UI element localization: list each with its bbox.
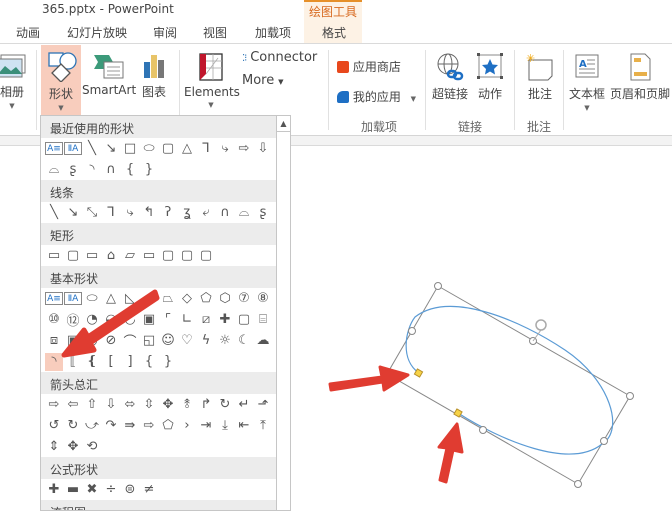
- pentagon-arrow-shape[interactable]: ⬠: [159, 417, 177, 435]
- plaque-shape[interactable]: ▢: [235, 311, 253, 329]
- arc-shape[interactable]: [405, 305, 614, 455]
- my-apps-button[interactable]: 我的应用 ▼: [337, 88, 427, 105]
- shape-row: ⇕ ✥ ⟲: [41, 436, 276, 457]
- svg-text:✳: ✳: [526, 52, 535, 65]
- right-arrow-shape[interactable]: ⇨: [45, 396, 63, 414]
- minus-shape[interactable]: ▬: [64, 481, 82, 499]
- store-button[interactable]: 应用商店: [337, 58, 417, 75]
- action-button[interactable]: 动作: [474, 52, 506, 102]
- shape-row: ✚ ▬ ✖ ÷ ⊜ ≠: [41, 479, 276, 500]
- curved-down-arrow-shape[interactable]: ↷: [102, 417, 120, 435]
- u-turn-arrow-shape[interactable]: ↻: [216, 396, 234, 414]
- tab-addins[interactable]: 加载项: [255, 24, 291, 41]
- up-down-arrow-shape[interactable]: ⇳: [140, 396, 158, 414]
- chevron-down-icon: ▼: [584, 104, 590, 112]
- chevron-down-icon: ▼: [278, 78, 284, 86]
- comment-icon: ✳: [526, 52, 553, 81]
- heptagon-shape[interactable]: ⑦: [235, 290, 253, 308]
- hyperlink-button[interactable]: 超链接: [430, 52, 470, 102]
- right-arrow-shape[interactable]: ⇨: [235, 140, 253, 158]
- curved-left-arrow-shape[interactable]: ↻: [64, 417, 82, 435]
- hexagon-shape[interactable]: ⬡: [216, 290, 234, 308]
- circular-arrow-shape[interactable]: ⟲: [83, 438, 101, 456]
- not-equal-shape[interactable]: ≠: [140, 481, 158, 499]
- gallery-annotation-arrow: [61, 289, 160, 358]
- tab-format[interactable]: 格式: [322, 24, 346, 41]
- octagon-shape[interactable]: ⑧: [254, 290, 272, 308]
- shape-row: ↺ ↻ ⤻ ↷ ⇛ ⇨ ⬠ › ⇥ ⤓ ⇤ ⤒: [41, 415, 276, 436]
- up-down-arrow-callout-shape[interactable]: ⇕: [45, 438, 63, 456]
- textbox-icon: A: [575, 54, 599, 78]
- can-shape[interactable]: ⌸: [254, 311, 272, 329]
- plus-shape[interactable]: ✚: [45, 481, 63, 499]
- left-arrow-callout-shape[interactable]: ⇤: [235, 417, 253, 435]
- group-label-comments: 批注: [527, 120, 552, 134]
- slide-canvas[interactable]: [292, 147, 672, 511]
- shape-row: ⇨ ⇦ ⇧ ⇩ ⬄ ⇳ ✥ ⥉ ↱ ↻ ↵ ⬏: [41, 394, 276, 415]
- quad-arrow-shape[interactable]: ✥: [159, 396, 177, 414]
- chevron-down-icon: ▼: [410, 95, 417, 103]
- category-flowchart: 流程图: [41, 500, 276, 510]
- annotation-arrow-right: [328, 365, 410, 392]
- chevron-shape[interactable]: ›: [178, 417, 196, 435]
- curved-right-arrow-shape[interactable]: ↺: [45, 417, 63, 435]
- striped-right-arrow-shape[interactable]: ⇛: [121, 417, 139, 435]
- left-arrow-shape[interactable]: ⇦: [64, 396, 82, 414]
- curve-shape[interactable]: ∩: [216, 204, 234, 222]
- category-equation-shapes: 公式形状: [41, 457, 276, 479]
- more-button[interactable]: More ▼: [242, 73, 302, 88]
- group-label-links: 链接: [458, 120, 483, 134]
- sun-shape[interactable]: ☼: [216, 332, 234, 350]
- scroll-up-icon[interactable]: ▲: [277, 116, 290, 132]
- notched-right-arrow-shape[interactable]: ⇨: [140, 417, 158, 435]
- moon-shape[interactable]: ☾: [235, 332, 253, 350]
- quad-arrow-callout-shape[interactable]: ✥: [64, 438, 82, 456]
- bent-arrow-shape[interactable]: ↱: [197, 396, 215, 414]
- elements-icon: [199, 53, 223, 81]
- connector-icon: ⁚⁝: [242, 53, 247, 64]
- elbow-arrow-connector-shape[interactable]: ⤷: [216, 140, 234, 158]
- curved-up-arrow-shape[interactable]: ⤻: [83, 417, 101, 435]
- equal-shape[interactable]: ⊜: [121, 481, 139, 499]
- selection-bounding-box: [386, 285, 631, 485]
- comment-button[interactable]: ✳ 批注: [522, 52, 558, 102]
- textbox-button[interactable]: A 文本框 ▼: [566, 52, 608, 112]
- down-arrow-callout-shape[interactable]: ⤓: [216, 417, 234, 435]
- up-arrow-shape[interactable]: ⇧: [83, 396, 101, 414]
- annotation-arrow-diagonal: [61, 289, 160, 358]
- adjust-handle-end[interactable]: [453, 408, 463, 418]
- my-apps-icon: [337, 91, 349, 103]
- header-footer-icon: [630, 53, 651, 81]
- right-arrow-callout-shape[interactable]: ⇥: [197, 417, 215, 435]
- down-arrow-shape[interactable]: ⇩: [102, 396, 120, 414]
- scribble-shape[interactable]: ʂ: [254, 204, 272, 222]
- divide-shape[interactable]: ÷: [102, 481, 120, 499]
- header-footer-button[interactable]: 页眉和页脚: [609, 52, 671, 102]
- cross-shape[interactable]: ✚: [216, 311, 234, 329]
- connector-button[interactable]: ⁚⁝ Connector: [242, 50, 322, 65]
- left-right-arrow-shape[interactable]: ⬄: [121, 396, 139, 414]
- slide-drawing: [328, 282, 634, 488]
- freeform-shape[interactable]: ⌓: [235, 204, 253, 222]
- svg-text:A: A: [579, 59, 587, 70]
- store-icon: [337, 61, 349, 73]
- down-arrow-shape[interactable]: ⇩: [254, 140, 272, 158]
- gallery-scrollbar[interactable]: ▲: [277, 115, 291, 511]
- context-group-title: 绘图工具: [308, 5, 357, 19]
- action-icon: [477, 53, 503, 79]
- tab-view[interactable]: 视图: [203, 24, 227, 41]
- up-arrow-callout-shape[interactable]: ⤒: [254, 417, 272, 435]
- hyperlink-icon: [437, 53, 464, 81]
- annotation-arrow-up: [437, 422, 464, 484]
- cloud-shape[interactable]: ☁: [254, 332, 272, 350]
- multiply-shape[interactable]: ✖: [83, 481, 101, 499]
- left-right-up-arrow-shape[interactable]: ⥉: [178, 396, 196, 414]
- rotate-handle[interactable]: [532, 319, 547, 342]
- bent-up-arrow-shape[interactable]: ⬏: [254, 396, 272, 414]
- group-label-addins: 加载项: [361, 120, 398, 134]
- left-up-arrow-shape[interactable]: ↵: [235, 396, 253, 414]
